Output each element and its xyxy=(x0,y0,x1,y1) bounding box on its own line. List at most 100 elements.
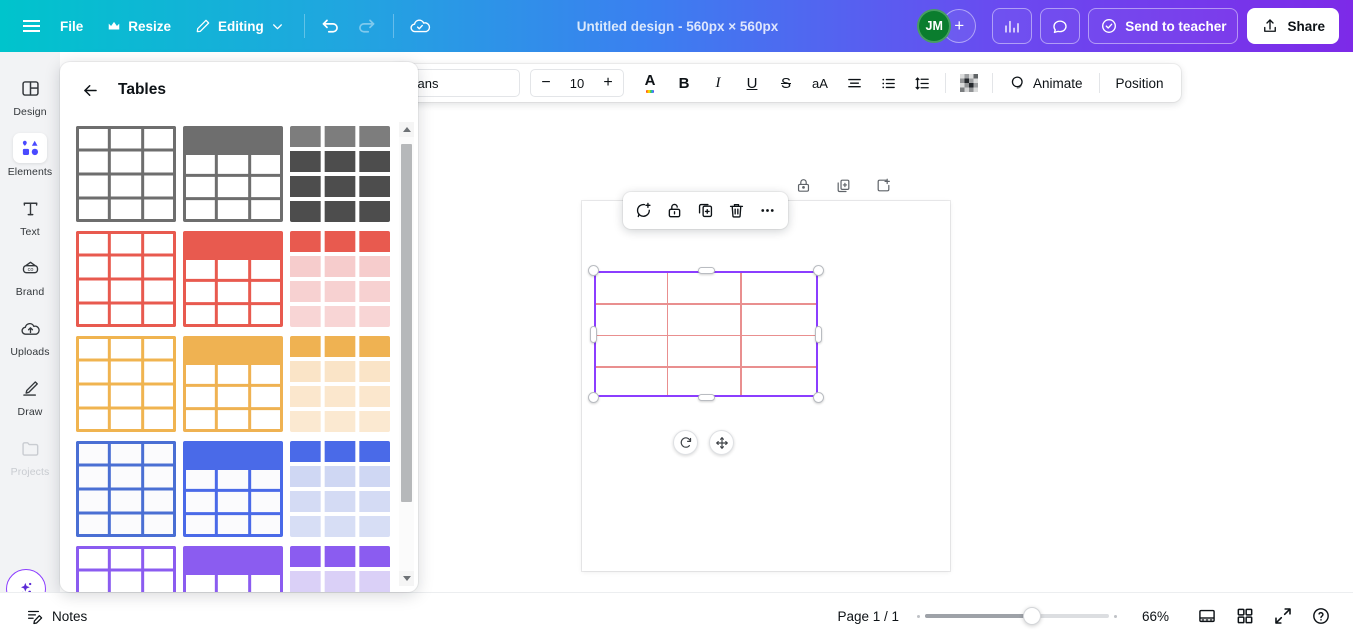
fullscreen-expand-icon[interactable] xyxy=(1267,600,1299,632)
resize-handle-top[interactable] xyxy=(697,267,715,274)
font-size-increase-button[interactable]: + xyxy=(596,71,620,95)
zoom-level[interactable]: 66% xyxy=(1135,609,1169,624)
letter-case-button[interactable]: aA xyxy=(804,68,836,98)
resize-handle-top-right[interactable] xyxy=(813,265,824,276)
bullet-list-icon[interactable] xyxy=(872,68,904,98)
line-spacing-icon[interactable] xyxy=(906,68,938,98)
comments-button[interactable] xyxy=(1040,8,1081,44)
sidebar-item-draw[interactable]: Draw xyxy=(2,366,58,423)
table-blue-filled[interactable] xyxy=(290,441,390,537)
sidebar-item-brand[interactable]: co Brand xyxy=(2,246,58,303)
table-purple-header[interactable] xyxy=(183,546,283,592)
page-timeline-icon[interactable] xyxy=(1191,600,1223,632)
zoom-slider[interactable] xyxy=(917,606,1117,626)
unlock-icon[interactable] xyxy=(661,197,688,224)
table-blue-outline[interactable] xyxy=(76,441,176,537)
panel-scrollbar[interactable] xyxy=(399,122,414,586)
scroll-up-arrow[interactable] xyxy=(399,122,414,137)
editing-mode-button[interactable]: Editing xyxy=(183,9,296,43)
position-button[interactable]: Position xyxy=(1107,68,1173,98)
table-purple-filled[interactable] xyxy=(290,546,390,592)
strikethrough-button[interactable]: S xyxy=(770,68,802,98)
text-T-icon xyxy=(13,193,47,223)
table-orange-header[interactable] xyxy=(183,336,283,432)
text-color-button[interactable]: A xyxy=(634,68,666,98)
share-button[interactable]: Share xyxy=(1247,8,1339,44)
avatar[interactable]: JM xyxy=(917,9,952,43)
animate-button[interactable]: Animate xyxy=(1000,68,1092,98)
font-size-decrease-button[interactable]: − xyxy=(534,71,558,95)
move-handle-icon[interactable] xyxy=(709,430,734,455)
table-red-header[interactable] xyxy=(183,231,283,327)
add-page-icon[interactable] xyxy=(870,172,896,198)
table-red-filled[interactable] xyxy=(290,231,390,327)
tables-grid xyxy=(76,126,418,592)
insights-button[interactable] xyxy=(992,8,1033,44)
table-blue-header[interactable] xyxy=(183,441,283,537)
sidebar-item-uploads[interactable]: Uploads xyxy=(2,306,58,363)
design-title[interactable]: Untitled design - 560px × 560px xyxy=(577,19,778,34)
back-arrow-icon[interactable] xyxy=(76,76,104,104)
element-float-toolbar xyxy=(623,192,788,229)
cloud-saved-icon[interactable] xyxy=(402,9,438,43)
table-red-outline[interactable] xyxy=(76,231,176,327)
check-circle-icon xyxy=(1100,17,1118,35)
delete-trash-icon[interactable] xyxy=(723,197,750,224)
transparency-checker-icon[interactable] xyxy=(953,68,985,98)
resize-handle-left[interactable] xyxy=(590,325,597,343)
editing-label: Editing xyxy=(218,18,264,34)
resize-handle-bottom-right[interactable] xyxy=(813,392,824,403)
resize-handle-bottom-left[interactable] xyxy=(588,392,599,403)
animate-label: Animate xyxy=(1033,75,1083,91)
rotate-handle-icon[interactable] xyxy=(673,430,698,455)
scroll-down-arrow[interactable] xyxy=(399,571,414,586)
table-orange-filled[interactable] xyxy=(290,336,390,432)
divider xyxy=(1098,73,1100,93)
svg-text:co: co xyxy=(27,267,33,273)
page-action-icons xyxy=(790,172,896,198)
pencil-icon xyxy=(195,18,211,34)
undo-icon[interactable] xyxy=(313,9,349,43)
table-purple-outline[interactable] xyxy=(76,546,176,592)
sidebar-item-design[interactable]: Design xyxy=(2,66,58,123)
text-align-icon[interactable] xyxy=(838,68,870,98)
table-gray-header[interactable] xyxy=(183,126,283,222)
elements-shapes-icon xyxy=(13,133,47,163)
resize-handle-bottom[interactable] xyxy=(697,394,715,401)
sidebar-label: Projects xyxy=(10,466,50,478)
table-gray-filled[interactable] xyxy=(290,126,390,222)
resize-handle-right[interactable] xyxy=(815,325,822,343)
file-menu-button[interactable]: File xyxy=(48,9,95,43)
underline-button[interactable]: U xyxy=(736,68,768,98)
resize-button[interactable]: Resize xyxy=(95,9,183,43)
help-question-icon[interactable] xyxy=(1305,600,1337,632)
resize-handle-top-left[interactable] xyxy=(588,265,599,276)
bold-button[interactable]: B xyxy=(668,68,700,98)
avatar-initials: JM xyxy=(925,19,943,33)
italic-button[interactable]: I xyxy=(702,68,734,98)
notes-icon xyxy=(26,607,44,625)
folder-icon xyxy=(13,433,47,463)
sidebar-item-text[interactable]: Text xyxy=(2,186,58,243)
duplicate-page-icon[interactable] xyxy=(830,172,856,198)
add-comment-icon[interactable] xyxy=(630,197,657,224)
lock-page-icon[interactable] xyxy=(790,172,816,198)
position-label: Position xyxy=(1115,75,1164,91)
redo-icon[interactable] xyxy=(349,9,385,43)
bottom-bar: Notes Page 1 / 1 66% xyxy=(0,592,1353,639)
font-family-selector[interactable]: sans xyxy=(400,69,520,97)
sidebar-item-elements[interactable]: Elements xyxy=(2,126,58,183)
table-orange-outline[interactable] xyxy=(76,336,176,432)
scrollbar-thumb[interactable] xyxy=(401,144,412,502)
grid-view-icon[interactable] xyxy=(1229,600,1261,632)
table-gray-outline[interactable] xyxy=(76,126,176,222)
more-options-icon[interactable] xyxy=(754,197,781,224)
font-size-input[interactable]: 10 xyxy=(560,76,594,91)
slider-knob[interactable] xyxy=(1023,607,1041,625)
send-to-teacher-button[interactable]: Send to teacher xyxy=(1088,8,1239,44)
notes-button[interactable]: Notes xyxy=(16,600,97,632)
duplicate-icon[interactable] xyxy=(692,197,719,224)
selected-table-element[interactable] xyxy=(588,265,824,403)
sidebar-item-projects[interactable]: Projects xyxy=(2,426,58,483)
hamburger-icon[interactable] xyxy=(14,9,48,43)
